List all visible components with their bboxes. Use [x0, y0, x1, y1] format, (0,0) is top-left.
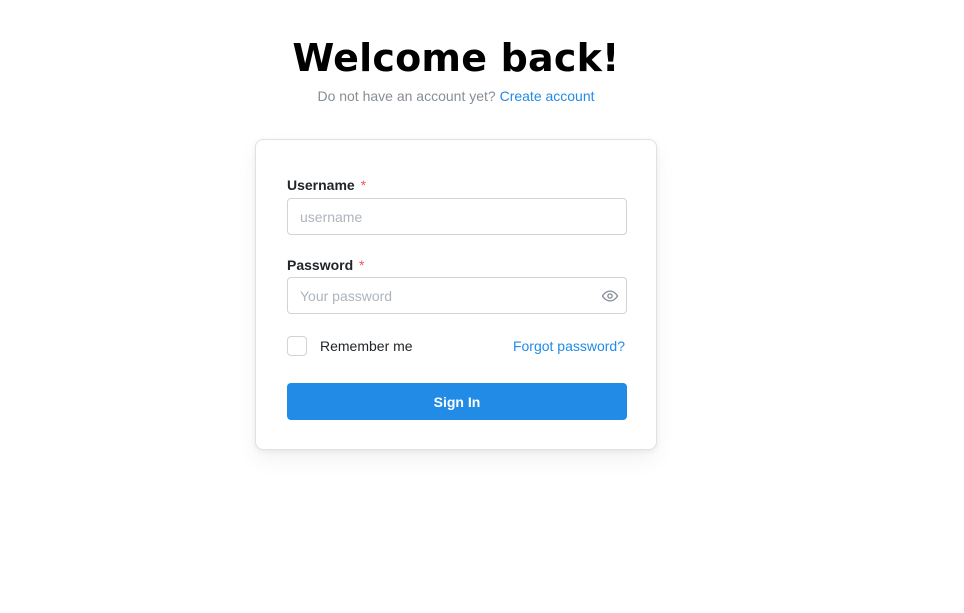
- username-field-wrapper: [287, 198, 627, 235]
- subtitle-text: Do not have an account yet?: [317, 88, 496, 104]
- login-page: Welcome back! Do not have an account yet…: [0, 0, 964, 613]
- password-label: Password *: [287, 257, 364, 273]
- sign-in-button[interactable]: Sign In: [287, 383, 627, 420]
- username-label-text: Username: [287, 177, 355, 193]
- eye-icon[interactable]: [600, 286, 620, 306]
- password-required-mark: *: [359, 257, 365, 273]
- password-label-text: Password: [287, 257, 354, 273]
- password-input[interactable]: [288, 278, 626, 313]
- create-account-link[interactable]: Create account: [500, 88, 595, 104]
- subtitle: Do not have an account yet? Create accou…: [0, 88, 912, 104]
- remember-me-label[interactable]: Remember me: [320, 338, 413, 354]
- page-title: Welcome back!: [292, 36, 620, 80]
- remember-me-checkbox[interactable]: [287, 336, 307, 356]
- username-required-mark: *: [360, 177, 367, 193]
- username-input[interactable]: [288, 199, 626, 234]
- password-field-wrapper: [287, 277, 627, 314]
- forgot-password-link[interactable]: Forgot password?: [513, 338, 625, 354]
- login-card: Username * Password * Remember me Forgot…: [255, 139, 657, 450]
- username-label: Username *: [287, 177, 366, 193]
